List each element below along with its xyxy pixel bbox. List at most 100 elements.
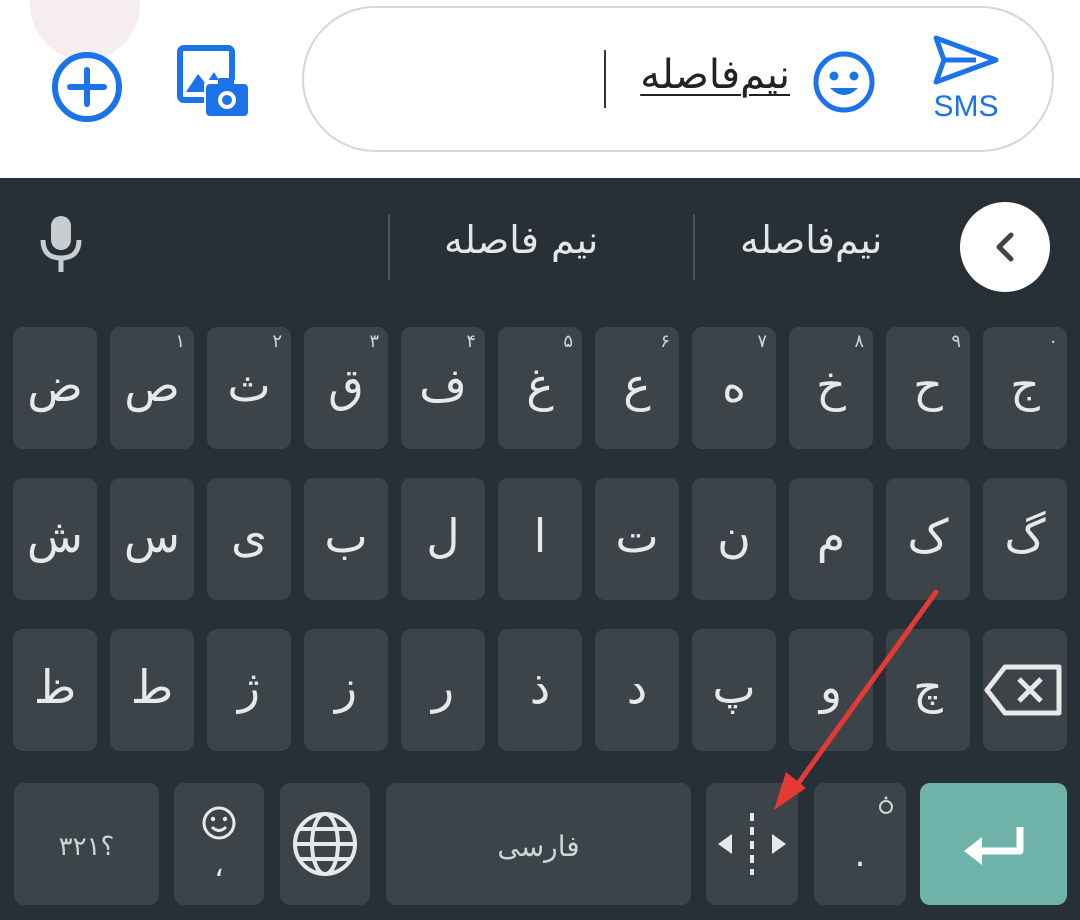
key-hint: ۲ — [272, 331, 282, 352]
text-caret — [604, 50, 606, 108]
letter-key[interactable]: غ۵ — [498, 327, 582, 449]
key-hint: ۸ — [854, 331, 864, 352]
key-char: س — [123, 509, 181, 563]
key-char: ط — [130, 660, 174, 714]
key-char: ث — [227, 358, 271, 412]
key-char: ش — [26, 509, 84, 563]
letter-key[interactable]: خ۸ — [789, 327, 873, 449]
key-char: چ — [913, 660, 943, 714]
key-char: ح — [913, 358, 943, 412]
letter-key[interactable]: ج۰ — [983, 327, 1067, 449]
key-hint: ۴ — [466, 331, 476, 352]
comma-label: ، — [214, 849, 224, 884]
letter-key[interactable]: ت — [595, 478, 679, 600]
key-char: ل — [426, 509, 460, 563]
letter-key[interactable]: ژ — [207, 629, 291, 751]
letter-key[interactable]: ه۷ — [692, 327, 776, 449]
space-label: فارسی — [497, 830, 580, 863]
key-char: ق — [328, 358, 364, 412]
key-char: ص — [124, 358, 180, 412]
key-char: ک — [907, 509, 949, 563]
zero-width-non-joiner-icon — [718, 813, 786, 875]
chevron-left-icon — [996, 232, 1014, 262]
backspace-key[interactable] — [983, 629, 1067, 751]
send-label: SMS — [933, 90, 999, 123]
backspace-icon — [984, 664, 1062, 716]
suggestion-bar: نیم فاصله نیم‌فاصله — [0, 178, 1080, 308]
period-key[interactable]: . — [814, 783, 906, 905]
letter-key[interactable]: ل — [401, 478, 485, 600]
gallery-camera-icon — [177, 45, 250, 118]
letter-key[interactable]: پ — [692, 629, 776, 751]
zwnj-key[interactable] — [706, 783, 798, 905]
key-char: پ — [712, 660, 756, 714]
suggestion-divider — [693, 214, 695, 280]
key-char: ن — [717, 509, 751, 563]
key-char: ب — [324, 509, 368, 563]
letter-key[interactable]: ط — [110, 629, 194, 751]
key-char: ع — [623, 358, 651, 412]
letter-key[interactable]: ن — [692, 478, 776, 600]
letter-key[interactable]: ک — [886, 478, 970, 600]
suggestion-divider — [388, 214, 390, 280]
voice-input-button[interactable] — [36, 212, 86, 276]
letter-key[interactable]: ز — [304, 629, 388, 751]
collapse-button[interactable] — [960, 202, 1050, 292]
emoji-icon — [813, 51, 875, 113]
letter-key[interactable]: ی — [207, 478, 291, 600]
letter-key[interactable]: ق۳ — [304, 327, 388, 449]
letter-key[interactable]: ش — [13, 478, 97, 600]
letter-key[interactable]: ع۶ — [595, 327, 679, 449]
letter-key[interactable]: چ — [886, 629, 970, 751]
emoji-button[interactable] — [812, 50, 876, 114]
letter-key[interactable]: ظ — [13, 629, 97, 751]
emoji-comma-key[interactable]: ، — [174, 783, 264, 905]
compose-bar: نیم‌فاصله SMS — [0, 0, 1080, 178]
key-char: گ — [1004, 509, 1046, 563]
letter-key[interactable]: د — [595, 629, 679, 751]
key-char: ز — [334, 660, 358, 714]
key-char: و — [819, 660, 843, 714]
language-key[interactable] — [280, 783, 370, 905]
letter-key[interactable]: ا — [498, 478, 582, 600]
key-char: م — [816, 509, 846, 563]
key-char: ت — [615, 509, 659, 563]
space-key[interactable]: فارسی — [386, 783, 691, 905]
punctuation-hint-icon — [879, 796, 893, 814]
key-char: ج — [1010, 358, 1040, 412]
letter-key[interactable]: س — [110, 478, 194, 600]
gallery-button[interactable] — [174, 42, 254, 122]
letter-key[interactable]: ب — [304, 478, 388, 600]
letter-key[interactable]: ض — [13, 327, 97, 449]
letter-key[interactable]: گ — [983, 478, 1067, 600]
suggestion-item[interactable]: نیم‌فاصله — [740, 218, 882, 262]
letter-key[interactable]: م — [789, 478, 873, 600]
key-char: ض — [27, 358, 83, 412]
symbols-key[interactable]: ؟۳۲۱ — [14, 783, 159, 905]
add-icon — [52, 52, 122, 122]
key-char: ه — [721, 358, 747, 412]
key-hint: ۰ — [1048, 331, 1058, 352]
key-char: ژ — [237, 660, 261, 714]
letter-key[interactable]: ح۹ — [886, 327, 970, 449]
key-hint: ۶ — [660, 331, 670, 352]
key-char: د — [626, 660, 648, 714]
letter-key[interactable]: ذ — [498, 629, 582, 751]
suggestion-item[interactable]: نیم فاصله — [444, 218, 598, 262]
letter-key[interactable]: ث۲ — [207, 327, 291, 449]
enter-key[interactable] — [920, 783, 1067, 905]
keyboard: نیم فاصله نیم‌فاصله ج۰ح۹خ۸ه۷ع۶غ۵ف۴ق۳ث۲ص۱… — [0, 178, 1080, 920]
key-char: خ — [816, 358, 846, 412]
symbols-label: ؟۳۲۱ — [58, 832, 115, 862]
key-hint: ۷ — [757, 331, 767, 352]
letter-key[interactable]: ف۴ — [401, 327, 485, 449]
letter-key[interactable]: ص۱ — [110, 327, 194, 449]
send-icon — [933, 35, 999, 85]
send-button[interactable]: SMS — [926, 32, 1006, 128]
add-attachment-button[interactable] — [50, 50, 124, 124]
letter-key[interactable]: و — [789, 629, 873, 751]
sms-compose-screen: نیم‌فاصله SMS — [0, 0, 1080, 920]
globe-icon — [293, 812, 357, 876]
enter-icon — [964, 827, 1024, 865]
letter-key[interactable]: ر — [401, 629, 485, 751]
